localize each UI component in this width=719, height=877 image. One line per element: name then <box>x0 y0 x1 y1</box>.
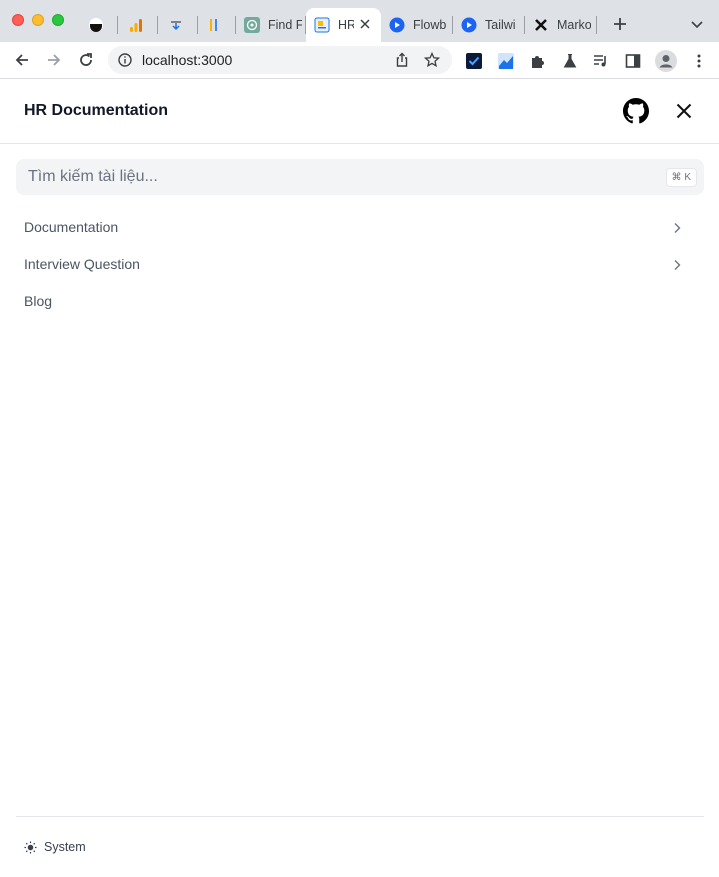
kebab-menu-icon[interactable] <box>690 52 708 70</box>
minimize-window-button[interactable] <box>32 14 44 26</box>
markdown-favicon-icon <box>533 17 549 33</box>
footer-divider <box>16 816 704 817</box>
back-arrow-icon[interactable] <box>12 50 32 70</box>
nav-item-label: Blog <box>24 293 53 309</box>
bookmark-star-icon[interactable] <box>423 51 441 68</box>
browser-tab[interactable]: Marko <box>525 8 597 42</box>
nav-item-documentation[interactable]: Documentation <box>24 219 684 239</box>
github-icon[interactable] <box>623 98 649 124</box>
browser-tab[interactable]: Find F <box>236 8 306 42</box>
zoom-window-button[interactable] <box>52 14 64 26</box>
tab-search-chevron-down-icon[interactable] <box>690 17 704 29</box>
tailwind-favicon-icon <box>461 17 477 33</box>
tab-title: Flowb <box>413 18 447 32</box>
address-bar[interactable]: localhost:3000 <box>108 46 452 74</box>
profile-avatar-icon[interactable] <box>655 50 677 72</box>
tab-title: Marko <box>557 18 591 32</box>
browser-tab[interactable] <box>198 8 236 42</box>
flowbite-favicon-icon <box>389 17 405 33</box>
search-input[interactable]: Tìm kiếm tài liệu... ⌘ K <box>16 159 704 195</box>
tab-title: HR <box>338 18 354 32</box>
forward-arrow-icon[interactable] <box>44 50 64 70</box>
browser-tab[interactable] <box>160 8 198 42</box>
close-window-button[interactable] <box>12 14 24 26</box>
nav-item-label: Documentation <box>24 219 119 235</box>
mobile-nav-header: HR Documentation <box>0 79 719 144</box>
search-placeholder: Tìm kiếm tài liệu... <box>28 168 158 185</box>
close-tab-icon[interactable] <box>359 18 371 30</box>
chatgpt-favicon-icon <box>244 17 260 33</box>
sun-icon <box>24 840 37 854</box>
browser-tab[interactable] <box>80 8 118 42</box>
flask-labs-icon[interactable] <box>561 52 579 70</box>
tab-title: Find F <box>268 18 302 32</box>
share-icon[interactable] <box>394 52 410 68</box>
media-playlist-icon[interactable] <box>592 52 610 70</box>
new-tab-plus-icon[interactable] <box>611 15 629 33</box>
todo-extension-icon[interactable] <box>465 52 483 70</box>
nav-item-interview-question[interactable]: Interview Question <box>24 256 684 276</box>
download-favicon-icon <box>168 17 184 33</box>
dark-circle-favicon-icon <box>88 17 104 33</box>
chart-extension-icon[interactable] <box>497 52 515 70</box>
browser-tab-bar: Find F HR Flowb Tailwi Marko <box>0 0 719 42</box>
url-text: localhost:3000 <box>142 52 233 68</box>
chevron-right-icon[interactable] <box>670 221 684 235</box>
nav-item-blog[interactable]: Blog <box>24 293 684 313</box>
search-shortcut-badge: ⌘ K <box>665 168 697 187</box>
doc-favicon-icon <box>314 17 330 33</box>
browser-tab[interactable] <box>120 8 158 42</box>
browser-tab-active[interactable]: HR <box>306 8 381 42</box>
bars-favicon-icon <box>206 17 222 33</box>
analytics-favicon-icon <box>128 17 144 33</box>
browser-tab[interactable]: Tailwi <box>453 8 525 42</box>
close-menu-icon[interactable] <box>674 101 694 121</box>
site-title[interactable]: HR Documentation <box>24 102 168 120</box>
browser-toolbar: localhost:3000 <box>0 42 719 79</box>
puzzle-extensions-icon[interactable] <box>529 52 547 70</box>
theme-switcher[interactable]: System <box>24 838 86 856</box>
theme-label: System <box>44 840 86 854</box>
browser-tab[interactable]: Flowb <box>381 8 453 42</box>
side-panel-icon[interactable] <box>624 52 642 70</box>
reload-icon[interactable] <box>76 50 96 70</box>
site-info-icon[interactable] <box>118 53 132 67</box>
nav-item-label: Interview Question <box>24 256 140 272</box>
tab-title: Tailwi <box>485 18 516 32</box>
chevron-right-icon[interactable] <box>670 258 684 272</box>
